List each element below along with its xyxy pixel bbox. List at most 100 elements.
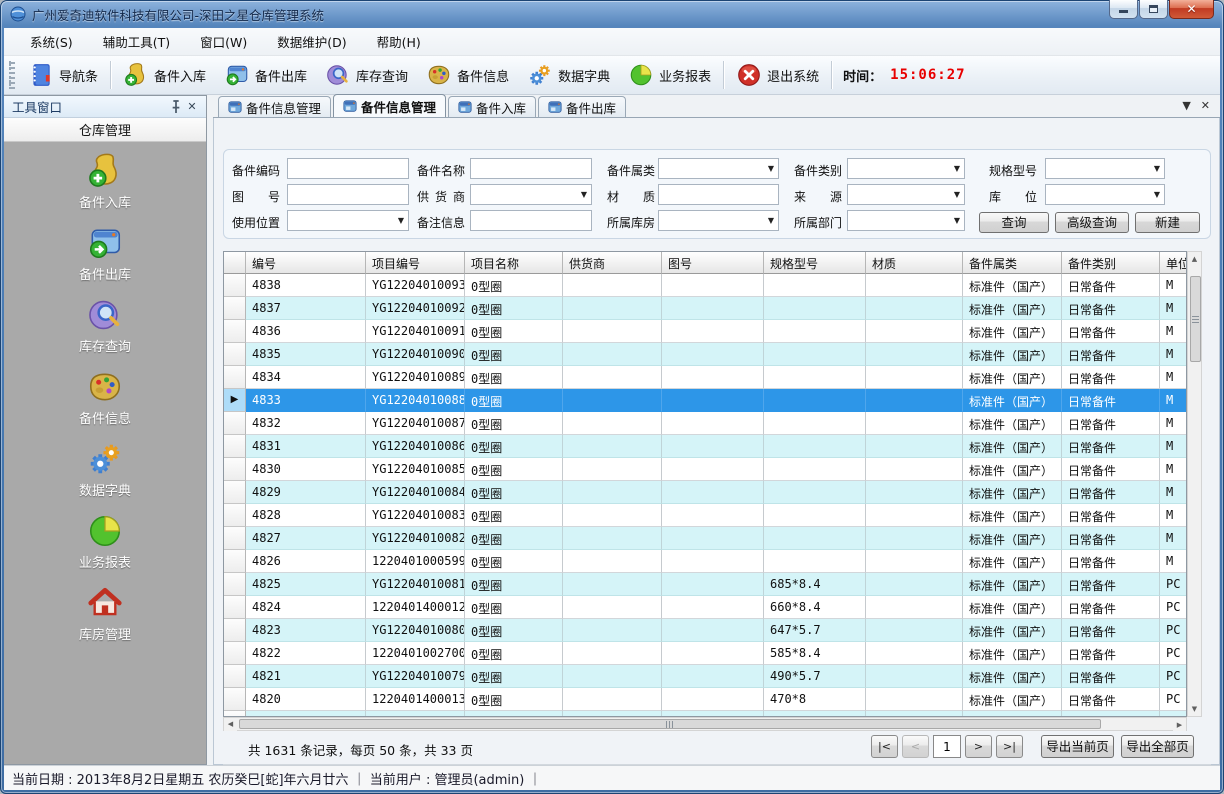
- new-button[interactable]: 新建: [1135, 212, 1200, 233]
- first-page-button[interactable]: |<: [871, 735, 898, 758]
- export-all-pages-button[interactable]: 导出全部页: [1121, 735, 1194, 758]
- sidebar-item-parts-out[interactable]: 备件出库: [79, 224, 131, 283]
- table-row[interactable]: 4831YG122040100860型圈标准件（国产）日常备件M: [224, 435, 1186, 458]
- column-header-4[interactable]: 图号: [662, 252, 764, 274]
- table-row[interactable]: 4823YG122040100800型圈647*5.7标准件（国产）日常备件PC: [224, 619, 1186, 642]
- row-selector[interactable]: [224, 320, 246, 343]
- menu-item-3[interactable]: 数据维护(D): [265, 28, 358, 55]
- column-header-3[interactable]: 供货商: [563, 252, 662, 274]
- table-row[interactable]: 4832YG122040100870型圈标准件（国产）日常备件M: [224, 412, 1186, 435]
- table-row-selected[interactable]: ▶4833YG122040100880型圈标准件（国产）日常备件M: [224, 389, 1186, 412]
- table-row[interactable]: 4821YG122040100790型圈490*5.7标准件（国产）日常备件PC: [224, 665, 1186, 688]
- row-selector[interactable]: [224, 274, 246, 297]
- sidebar-item-parts-in[interactable]: 备件入库: [79, 152, 131, 211]
- page-number-input[interactable]: [933, 735, 961, 758]
- row-selector[interactable]: [224, 573, 246, 596]
- search-select-0-2[interactable]: ▼: [658, 158, 779, 179]
- row-selector[interactable]: [224, 688, 246, 711]
- column-header-2[interactable]: 项目名称: [465, 252, 563, 274]
- horizontal-scrollbar[interactable]: ◀ ▶: [223, 717, 1187, 731]
- title-bar[interactable]: 广州爱奇迪软件科技有限公司-深田之星仓库管理系统 ✕: [0, 0, 1224, 28]
- search-input-1-0[interactable]: [287, 184, 409, 205]
- table-row[interactable]: 4837YG122040100920型圈标准件（国产）日常备件M: [224, 297, 1186, 320]
- search-select-1-3[interactable]: ▼: [847, 184, 965, 205]
- search-input-0-0[interactable]: [287, 158, 409, 179]
- menu-item-1[interactable]: 辅助工具(T): [91, 28, 182, 55]
- toolbar-button-parts-in[interactable]: 备件入库: [114, 59, 215, 91]
- table-row[interactable]: 4829YG122040100840型圈标准件（国产）日常备件M: [224, 481, 1186, 504]
- search-select-0-4[interactable]: ▼: [1045, 158, 1165, 179]
- row-selector[interactable]: [224, 665, 246, 688]
- row-selector[interactable]: [224, 366, 246, 389]
- table-row[interactable]: 4828YG122040100830型圈标准件（国产）日常备件M: [224, 504, 1186, 527]
- tab-3[interactable]: 备件出库: [538, 96, 626, 117]
- advanced-query-button[interactable]: 高级查询: [1055, 212, 1129, 233]
- toolbar-button-parts-out[interactable]: 备件出库: [215, 59, 316, 91]
- row-selector[interactable]: [224, 481, 246, 504]
- tab-close-icon[interactable]: ✕: [1201, 99, 1210, 113]
- search-input-0-1[interactable]: [470, 158, 592, 179]
- toolbar-button-stock-query[interactable]: 库存查询: [316, 59, 417, 91]
- table-row[interactable]: 4827YG122040100820型圈标准件（国产）日常备件M: [224, 527, 1186, 550]
- menu-item-4[interactable]: 帮助(H): [365, 28, 433, 55]
- row-selector-current[interactable]: ▶: [224, 389, 246, 412]
- column-header-6[interactable]: 材质: [866, 252, 963, 274]
- tab-1[interactable]: 备件信息管理: [333, 94, 446, 117]
- sidebar-item-home[interactable]: 库房管理: [79, 584, 131, 643]
- sidebar-item-stock-query[interactable]: 库存查询: [79, 296, 131, 355]
- table-row[interactable]: 4830YG122040100850型圈标准件（国产）日常备件M: [224, 458, 1186, 481]
- table-row[interactable]: 482412204014000120型圈660*8.4标准件（国产）日常备件PC: [224, 596, 1186, 619]
- warehouse-section-header[interactable]: 仓库管理: [4, 118, 206, 142]
- row-selector[interactable]: [224, 504, 246, 527]
- export-current-page-button[interactable]: 导出当前页: [1041, 735, 1114, 758]
- toolbar-button-report[interactable]: 业务报表: [619, 59, 720, 91]
- row-selector[interactable]: [224, 596, 246, 619]
- query-button[interactable]: 查询: [979, 212, 1049, 233]
- table-row[interactable]: 482612204010005990型圈标准件（国产）日常备件M: [224, 550, 1186, 573]
- row-selector[interactable]: [224, 343, 246, 366]
- row-selector[interactable]: [224, 642, 246, 665]
- tab-0[interactable]: 备件信息管理: [218, 96, 331, 117]
- table-row[interactable]: 4835YG122040100900型圈标准件（国产）日常备件M: [224, 343, 1186, 366]
- table-row[interactable]: 4838YG122040100930型圈标准件（国产）日常备件M: [224, 274, 1186, 297]
- sidebar-item-report[interactable]: 业务报表: [79, 512, 131, 571]
- table-row[interactable]: 4834YG122040100890型圈标准件（国产）日常备件M: [224, 366, 1186, 389]
- sidebar-item-data-dict[interactable]: 数据字典: [79, 440, 131, 499]
- row-selector[interactable]: [224, 619, 246, 642]
- scroll-right-icon[interactable]: ▶: [1173, 718, 1186, 731]
- panel-close-icon[interactable]: ✕: [184, 99, 200, 115]
- search-select-1-4[interactable]: ▼: [1045, 184, 1165, 205]
- column-header-9[interactable]: 单位: [1160, 252, 1187, 274]
- maximize-button[interactable]: [1139, 0, 1168, 19]
- toolbar-button-data-dict[interactable]: 数据字典: [518, 59, 619, 91]
- scroll-up-icon[interactable]: ▲: [1188, 252, 1201, 266]
- row-selector[interactable]: [224, 412, 246, 435]
- prev-page-button[interactable]: <: [902, 735, 929, 758]
- toolbar-grip[interactable]: [9, 61, 15, 89]
- table-row[interactable]: 4825YG122040100810型圈685*8.4标准件（国产）日常备件PC: [224, 573, 1186, 596]
- last-page-button[interactable]: >|: [996, 735, 1023, 758]
- menu-item-0[interactable]: 系统(S): [18, 28, 85, 55]
- scroll-left-icon[interactable]: ◀: [224, 718, 237, 731]
- table-row[interactable]: 482212204010027000型圈585*8.4标准件（国产）日常备件PC: [224, 642, 1186, 665]
- table-row[interactable]: 4836YG122040100910型圈标准件（国产）日常备件M: [224, 320, 1186, 343]
- close-button[interactable]: ✕: [1169, 0, 1214, 19]
- scroll-down-icon[interactable]: ▼: [1188, 702, 1201, 716]
- row-selector[interactable]: [224, 458, 246, 481]
- column-header-5[interactable]: 规格型号: [764, 252, 866, 274]
- column-header-7[interactable]: 备件属类: [963, 252, 1062, 274]
- vertical-scrollbar-thumb[interactable]: [1190, 276, 1201, 362]
- column-header-8[interactable]: 备件类别: [1062, 252, 1160, 274]
- row-selector[interactable]: [224, 297, 246, 320]
- row-selector[interactable]: [224, 435, 246, 458]
- toolbar-button-notebook[interactable]: 导航条: [19, 59, 107, 91]
- row-selector[interactable]: [224, 527, 246, 550]
- menu-item-2[interactable]: 窗口(W): [188, 28, 259, 55]
- toolbar-button-parts-info[interactable]: 备件信息: [417, 59, 518, 91]
- sidebar-item-parts-info[interactable]: 备件信息: [79, 368, 131, 427]
- row-selector[interactable]: [224, 550, 246, 573]
- vertical-scrollbar[interactable]: ▲ ▼: [1187, 251, 1202, 717]
- search-input-1-2[interactable]: [658, 184, 779, 205]
- pin-icon[interactable]: [168, 99, 184, 115]
- tab-2[interactable]: 备件入库: [448, 96, 536, 117]
